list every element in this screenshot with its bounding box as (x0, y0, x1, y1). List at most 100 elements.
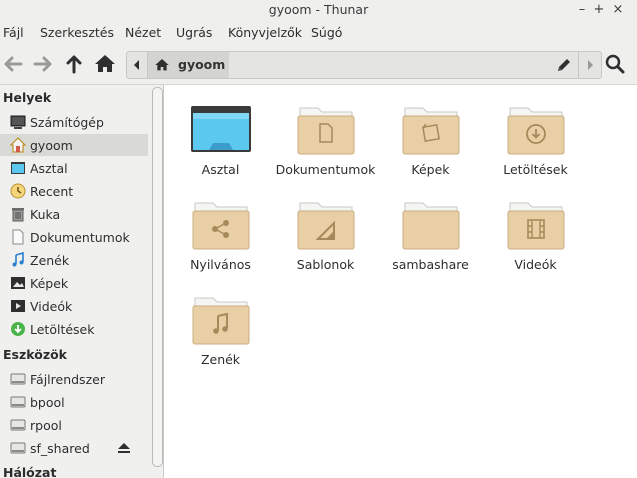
minimize-button[interactable]: – (573, 1, 591, 19)
sidebar-item-computer[interactable]: Számítógép (0, 111, 148, 133)
downloads-folder-icon (507, 107, 564, 155)
folder-icon (402, 202, 459, 250)
arrow-right-icon (33, 56, 52, 72)
menu-help[interactable]: Súgó (311, 25, 342, 40)
arrow-up-icon (66, 55, 82, 74)
maximize-button[interactable]: + (590, 1, 608, 19)
sidebar-scrollbar[interactable] (152, 87, 163, 467)
desktop-icon (11, 162, 25, 174)
menu-file[interactable]: Fájl (3, 25, 24, 40)
videos-folder-icon (507, 202, 564, 250)
sidebar-item-label: Letöltések (30, 322, 95, 337)
location-bar: gyoom (126, 51, 602, 79)
sidebar-section-places: Helyek (3, 90, 52, 105)
trash-icon (12, 208, 24, 222)
sidebar-item-label: Videók (30, 299, 73, 314)
music-folder-icon (192, 297, 249, 345)
drive-icon (10, 442, 26, 454)
close-button[interactable]: × (609, 1, 627, 19)
menu-edit[interactable]: Szerkesztés (40, 25, 114, 40)
recent-icon (10, 183, 26, 199)
file-item-public[interactable]: Nyilvános (168, 185, 273, 275)
sidebar-item-label: Kuka (30, 207, 61, 222)
file-item-documents[interactable]: Dokumentumok (273, 90, 378, 180)
sidebar-section-devices: Eszközök (3, 347, 67, 362)
drive-icon (10, 396, 26, 408)
menu-bookmarks[interactable]: Könyvjelzők (228, 25, 302, 40)
file-name: Képek (411, 162, 450, 177)
sidebar-item-label: gyoom (30, 138, 73, 153)
home-icon (155, 59, 169, 71)
search-button[interactable] (603, 52, 627, 76)
drive-icon (10, 373, 26, 385)
sidebar: Helyek Számítógép gyoom Asztal Recent Ku… (0, 85, 150, 478)
pictures-icon (11, 277, 25, 289)
sidebar-item-music[interactable]: Zenék (0, 249, 148, 271)
sidebar-item-trash[interactable]: Kuka (0, 203, 148, 225)
back-button[interactable] (1, 52, 25, 76)
chevron-left-icon (134, 60, 139, 70)
templates-folder-icon (297, 202, 354, 250)
sidebar-item-bpool[interactable]: bpool (0, 391, 148, 413)
file-name: Sablonok (296, 257, 355, 272)
sidebar-item-pictures[interactable]: Képek (0, 272, 148, 294)
pencil-icon (558, 59, 570, 71)
file-name: Dokumentumok (275, 162, 376, 177)
sidebar-item-downloads[interactable]: Letöltések (0, 318, 148, 340)
home-icon (95, 55, 115, 72)
file-name: Asztal (201, 162, 240, 177)
documents-icon (12, 229, 24, 245)
sidebar-item-label: Asztal (30, 161, 68, 176)
breadcrumb-label: gyoom (178, 57, 226, 72)
file-view: Asztal Dokumentumok Képek Letöltések Nyi… (163, 85, 637, 478)
music-icon (12, 252, 24, 267)
file-item-music[interactable]: Zenék (168, 280, 273, 370)
sidebar-item-sf-shared[interactable]: sf_shared (0, 437, 148, 459)
file-name: Zenék (200, 352, 241, 367)
file-item-downloads[interactable]: Letöltések (483, 90, 588, 180)
sidebar-item-desktop[interactable]: Asztal (0, 157, 148, 179)
sidebar-item-label: Képek (30, 276, 69, 291)
forward-button[interactable] (31, 52, 55, 76)
edit-location-button[interactable] (550, 52, 578, 78)
sidebar-item-filesystem[interactable]: Fájlrendszer (0, 368, 148, 390)
file-name: Letöltések (503, 162, 568, 177)
up-button[interactable] (62, 52, 86, 76)
file-item-videos[interactable]: Videók (483, 185, 588, 275)
file-item-sambashare[interactable]: sambashare (378, 185, 483, 275)
sidebar-item-rpool[interactable]: rpool (0, 414, 148, 436)
file-item-templates[interactable]: Sablonok (273, 185, 378, 275)
chevron-right-icon (588, 60, 593, 70)
sidebar-section-network: Hálózat (3, 465, 57, 478)
drive-icon (10, 419, 26, 431)
sidebar-item-gyoom[interactable]: gyoom (0, 134, 148, 156)
videos-icon (11, 300, 25, 312)
sidebar-item-documents[interactable]: Dokumentumok (0, 226, 148, 248)
breadcrumb-gyoom[interactable]: gyoom (148, 52, 229, 78)
window-title: gyoom - Thunar (268, 2, 369, 17)
sidebar-item-label: sf_shared (30, 441, 90, 456)
sidebar-item-recent[interactable]: Recent (0, 180, 148, 202)
computer-icon (10, 115, 26, 129)
sidebar-item-videos[interactable]: Videók (0, 295, 148, 317)
arrow-left-icon (4, 56, 23, 72)
home-button[interactable] (93, 52, 117, 76)
downloads-icon (11, 322, 25, 336)
sidebar-item-label: Számítógép (30, 115, 104, 130)
file-item-pictures[interactable]: Képek (378, 90, 483, 180)
file-name: Nyilvános (190, 257, 251, 272)
path-scroll-right-button[interactable] (578, 52, 601, 78)
search-icon (605, 54, 625, 74)
eject-icon[interactable] (117, 442, 131, 454)
path-scroll-left-button[interactable] (127, 52, 148, 78)
sidebar-item-label: bpool (30, 395, 65, 410)
menu-view[interactable]: Nézet (125, 25, 161, 40)
sidebar-item-label: Fájlrendszer (30, 372, 105, 387)
file-item-desktop[interactable]: Asztal (168, 90, 273, 180)
pictures-folder-icon (402, 107, 459, 155)
menu-go[interactable]: Ugrás (176, 25, 212, 40)
sidebar-item-label: Dokumentumok (30, 230, 130, 245)
desktop-folder-icon (190, 106, 251, 152)
menu-bar: Fájl Szerkesztés Nézet Ugrás Könyvjelzők… (0, 20, 637, 44)
file-name: Videók (514, 257, 557, 272)
